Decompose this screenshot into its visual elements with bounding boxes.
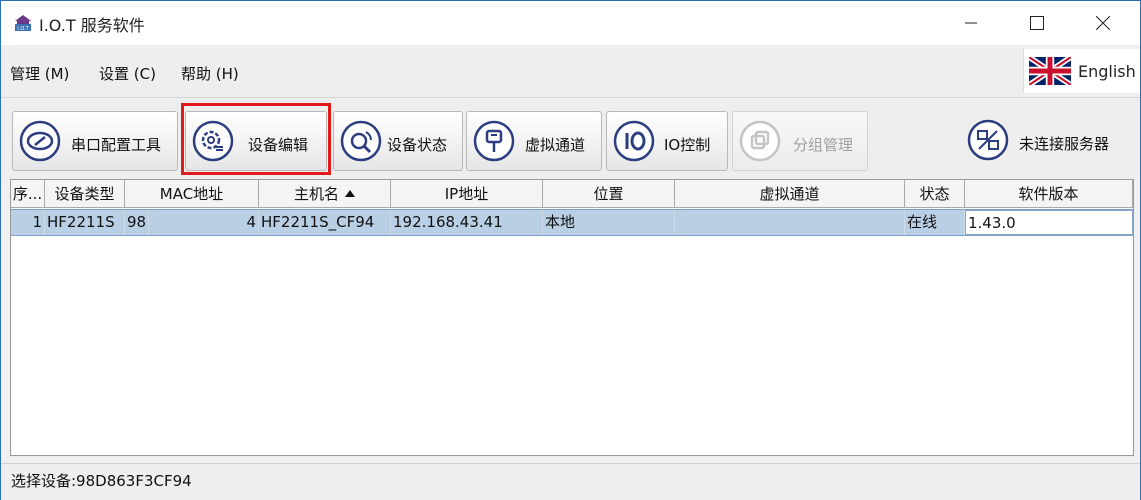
virtual-channel-button[interactable]: 虚拟通道 (466, 111, 602, 171)
minimize-button[interactable] (948, 1, 994, 45)
app-window: I.O.T I.O.T 服务软件 管理 (M) 设置 (C) 帮助 (H) En… (0, 0, 1141, 500)
virtual-channel-label: 虚拟通道 (525, 136, 586, 154)
serial-config-label: 串口配置工具 (71, 136, 162, 154)
title-bar: I.O.T I.O.T 服务软件 (1, 1, 1140, 45)
device-status-button[interactable]: 设备状态 (333, 111, 463, 171)
toolbar: 串口配置工具 设备编辑 设备状态 虚拟通道 IO控制 分组管理 未连接服务器 (1, 98, 1140, 178)
group-manage-button[interactable]: 分组管理 (732, 111, 868, 171)
hostname-header-label: 主机名 (293, 185, 339, 203)
io-control-label: IO控制 (664, 136, 711, 154)
device-status-label: 设备状态 (387, 136, 448, 154)
column-header-device-type[interactable]: 设备类型 (45, 180, 125, 208)
highlight-annotation (181, 103, 331, 175)
group-manage-label: 分组管理 (793, 136, 854, 154)
io-control-icon (613, 120, 655, 162)
server-disconnected-icon (967, 119, 1009, 161)
column-header-status[interactable]: 状态 (905, 180, 965, 208)
group-manage-icon (739, 120, 781, 162)
device-table[interactable]: 序... 设备类型 MAC地址 主机名 IP地址 位置 虚拟通道 状态 软件版本… (10, 179, 1134, 456)
cell-index: 1 (11, 210, 45, 235)
close-button[interactable] (1080, 1, 1126, 45)
uk-flag-icon (1029, 57, 1071, 85)
column-header-index[interactable]: 序... (11, 180, 45, 208)
column-header-mac[interactable]: MAC地址 (125, 180, 259, 208)
menu-settings[interactable]: 设置 (C) (99, 63, 156, 84)
cell-virtual-channel (675, 210, 905, 235)
minimize-icon (965, 22, 977, 24)
server-status-label: 未连接服务器 (1019, 135, 1110, 153)
io-control-button[interactable]: IO控制 (606, 111, 728, 171)
window-title: I.O.T 服务软件 (39, 16, 145, 35)
cell-hostname: HF2211S_CF94 (259, 210, 391, 235)
status-bar: 选择设备:98D863F3CF94 (1, 463, 1140, 500)
cell-status: 在线 (905, 210, 965, 235)
column-header-location[interactable]: 位置 (543, 180, 675, 208)
cell-ip: 192.168.43.41 (391, 210, 543, 235)
menu-manage[interactable]: 管理 (M) (10, 63, 69, 84)
app-logo-icon: I.O.T (15, 15, 31, 32)
status-text: 选择设备:98D863F3CF94 (11, 472, 192, 490)
cell-device-type: HF2211S (45, 210, 125, 235)
language-label: English (1078, 62, 1136, 81)
sort-ascending-icon (345, 190, 355, 197)
maximize-button[interactable] (1014, 1, 1060, 45)
column-header-virtual-channel[interactable]: 虚拟通道 (675, 180, 905, 208)
close-icon (1096, 16, 1110, 30)
server-connection-button[interactable]: 未连接服务器 (961, 111, 1131, 171)
cell-mac-start: 98 (125, 210, 149, 235)
table-row[interactable]: 1 HF2211S 98 4 HF2211S_CF94 192.168.43.4… (11, 209, 1133, 236)
serial-config-icon (19, 120, 61, 162)
column-header-hostname[interactable]: 主机名 (259, 180, 391, 208)
menu-help[interactable]: 帮助 (H) (181, 63, 239, 84)
menu-bar: 管理 (M) 设置 (C) 帮助 (H) English (1, 45, 1140, 98)
serial-config-button[interactable]: 串口配置工具 (12, 111, 178, 171)
column-header-ip[interactable]: IP地址 (391, 180, 543, 208)
maximize-icon (1030, 16, 1044, 30)
virtual-channel-icon (473, 120, 515, 162)
column-header-version[interactable]: 软件版本 (965, 180, 1133, 208)
cell-location: 本地 (543, 210, 675, 235)
cell-mac-end: 4 (149, 210, 259, 235)
svg-text:I.O.T: I.O.T (17, 26, 29, 32)
cell-version[interactable]: 1.43.0 (965, 210, 1133, 235)
language-switch-button[interactable]: English (1023, 49, 1140, 93)
device-status-icon (340, 120, 382, 162)
